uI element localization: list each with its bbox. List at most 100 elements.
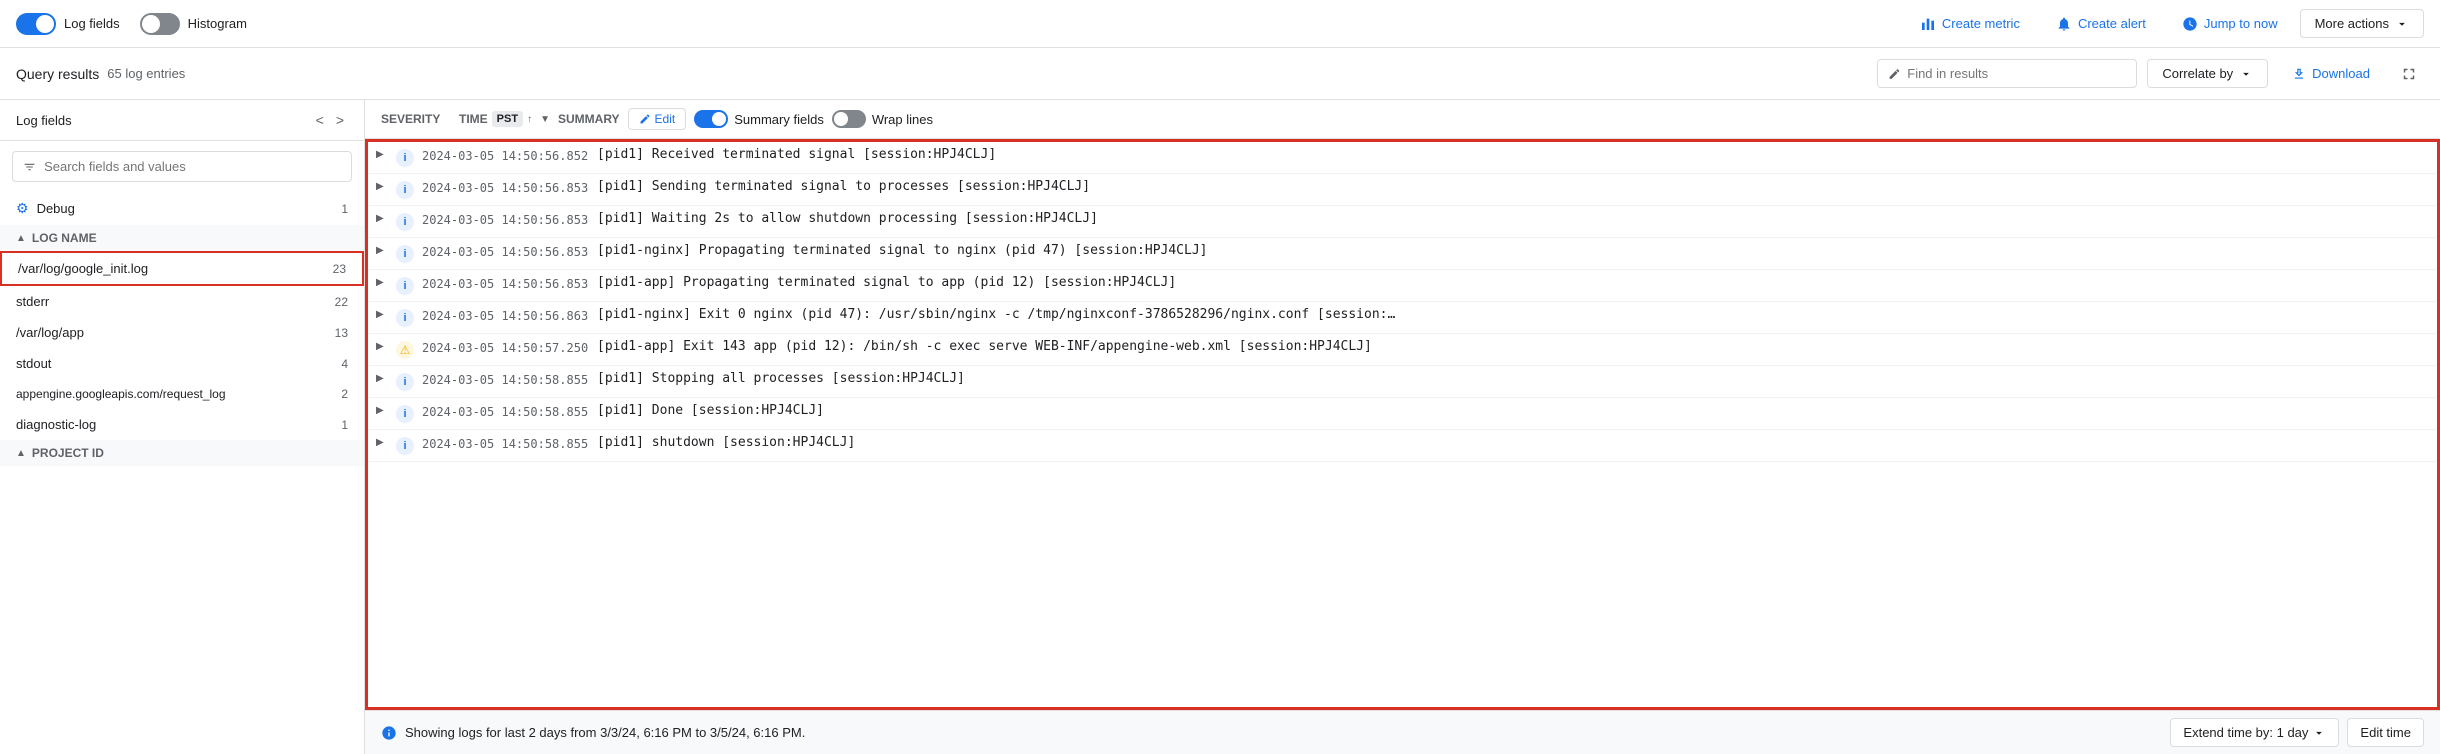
log-row[interactable]: ▶ ⚠ 2024-03-05 14:50:57.250 [pid1-app] E…	[368, 334, 2437, 366]
expand-icon[interactable]: ▶	[376, 147, 396, 160]
extend-time-button[interactable]: Extend time by: 1 day	[2170, 718, 2339, 747]
toggle-knob	[36, 15, 54, 33]
more-actions-button[interactable]: More actions	[2300, 9, 2424, 38]
field-count-stdout: 4	[341, 357, 348, 371]
expand-icon[interactable]: ▶	[376, 275, 396, 288]
severity-info-icon: i	[396, 371, 422, 391]
log-count: 65 log entries	[107, 66, 185, 81]
log-row[interactable]: ▶ i 2024-03-05 14:50:56.853 [pid1] Waiti…	[368, 206, 2437, 238]
filter-icon	[23, 160, 36, 174]
edit-time-label: Edit time	[2360, 725, 2411, 740]
extend-time-label: Extend time by: 1 day	[2183, 725, 2308, 740]
log-row[interactable]: ▶ i 2024-03-05 14:50:58.855 [pid1] shutd…	[368, 430, 2437, 462]
log-summary: [pid1] shutdown [session:HPJ4CLJ]	[597, 435, 2429, 450]
section-header-project-id[interactable]: ▲ PROJECT ID	[0, 440, 364, 466]
field-name-stdout: stdout	[16, 356, 51, 371]
field-item-diagnostic[interactable]: diagnostic-log 1	[0, 409, 364, 440]
edit-button[interactable]: Edit	[628, 108, 687, 130]
time-label: TIME	[459, 112, 488, 126]
time-dropdown-icon[interactable]: ▼	[540, 114, 550, 125]
summary-fields-toggle: Summary fields	[694, 110, 824, 128]
bottom-bar-left: Showing logs for last 2 days from 3/3/24…	[381, 725, 805, 741]
field-name-appengine: appengine.googleapis.com/request_log	[16, 387, 226, 401]
severity-info-icon: i	[396, 403, 422, 423]
severity-col-header: SEVERITY	[381, 112, 451, 126]
field-count-debug: 1	[341, 202, 348, 216]
chevron-up-icon: ▲	[16, 233, 26, 244]
field-count-google-init: 23	[333, 262, 346, 276]
find-results-container	[1877, 59, 2137, 88]
edit-time-button[interactable]: Edit time	[2347, 718, 2424, 747]
field-item-stdout[interactable]: stdout 4	[0, 348, 364, 379]
log-fields-toggle[interactable]	[16, 13, 56, 35]
log-time: 2024-03-05 14:50:56.853	[422, 243, 597, 259]
chevron-down-icon-project: ▲	[16, 448, 26, 459]
nav-left-button[interactable]: <	[312, 110, 328, 130]
section-header-log-name[interactable]: ▲ LOG NAME	[0, 225, 364, 251]
extend-chevron-icon	[2312, 726, 2326, 740]
severity-info-icon: i	[396, 179, 422, 199]
expand-icon[interactable]: ▶	[376, 307, 396, 320]
log-row[interactable]: ▶ i 2024-03-05 14:50:56.853 [pid1-nginx]…	[368, 238, 2437, 270]
log-row[interactable]: ▶ i 2024-03-05 14:50:58.855 [pid1] Done …	[368, 398, 2437, 430]
search-fields-input[interactable]	[44, 159, 341, 174]
correlate-by-label: Correlate by	[2162, 66, 2233, 81]
find-results-input[interactable]	[1907, 66, 2126, 81]
top-bar-right: Create metric Create alert Jump to now M…	[1906, 9, 2424, 38]
field-item-google-init[interactable]: /var/log/google_init.log 23	[0, 251, 364, 286]
severity-info-icon: i	[396, 147, 422, 167]
correlate-by-button[interactable]: Correlate by	[2147, 59, 2268, 88]
expand-icon[interactable]: ▶	[376, 403, 396, 416]
expand-icon[interactable]: ▶	[376, 179, 396, 192]
log-row[interactable]: ▶ i 2024-03-05 14:50:56.852 [pid1] Recei…	[368, 142, 2437, 174]
field-item-appengine[interactable]: appengine.googleapis.com/request_log 2	[0, 379, 364, 409]
create-metric-button[interactable]: Create metric	[1906, 10, 2034, 38]
clock-icon	[2182, 16, 2198, 32]
field-name-stderr: stderr	[16, 294, 49, 309]
gear-icon: ⚙	[16, 200, 29, 217]
download-icon	[2292, 67, 2306, 81]
field-name-diagnostic: diagnostic-log	[16, 417, 96, 432]
log-row[interactable]: ▶ i 2024-03-05 14:50:56.853 [pid1-app] P…	[368, 270, 2437, 302]
top-bar-left: Log fields Histogram	[16, 13, 247, 35]
log-time: 2024-03-05 14:50:56.852	[422, 147, 597, 163]
create-alert-label: Create alert	[2078, 16, 2146, 31]
create-alert-button[interactable]: Create alert	[2042, 10, 2160, 38]
log-summary: [pid1] Done [session:HPJ4CLJ]	[597, 403, 2429, 418]
field-item-debug[interactable]: ⚙ Debug 1	[0, 192, 364, 225]
toggle-knob-histogram	[142, 15, 160, 33]
toggle-small-knob	[712, 112, 726, 126]
log-summary: [pid1-app] Exit 143 app (pid 12): /bin/s…	[597, 339, 2429, 354]
expand-icon[interactable]: ▶	[376, 435, 396, 448]
expand-icon[interactable]: ▶	[376, 339, 396, 352]
nav-right-button[interactable]: >	[332, 110, 348, 130]
create-metric-label: Create metric	[1942, 16, 2020, 31]
download-button[interactable]: Download	[2278, 60, 2384, 87]
expand-icon[interactable]: ▶	[376, 211, 396, 224]
expand-icon[interactable]: ▶	[376, 243, 396, 256]
jump-to-now-button[interactable]: Jump to now	[2168, 10, 2292, 38]
expand-icon[interactable]: ▶	[376, 371, 396, 384]
download-label: Download	[2312, 66, 2370, 81]
log-row[interactable]: ▶ i 2024-03-05 14:50:56.863 [pid1-nginx]…	[368, 302, 2437, 334]
severity-info-icon: i	[396, 307, 422, 327]
fullscreen-button[interactable]	[2394, 59, 2424, 89]
log-row[interactable]: ▶ i 2024-03-05 14:50:58.855 [pid1] Stopp…	[368, 366, 2437, 398]
section-title-project-id: PROJECT ID	[32, 446, 104, 460]
field-count-diagnostic: 1	[341, 418, 348, 432]
fullscreen-icon	[2400, 65, 2418, 83]
field-item-var-log-app[interactable]: /var/log/app 13	[0, 317, 364, 348]
log-row[interactable]: ▶ i 2024-03-05 14:50:56.853 [pid1] Sendi…	[368, 174, 2437, 206]
wrap-lines-group: Wrap lines	[832, 110, 933, 128]
field-item-stderr[interactable]: stderr 22	[0, 286, 364, 317]
table-header: SEVERITY TIME PST ↑ ▼ SUMMARY Edit Summa…	[365, 100, 2440, 139]
histogram-toggle-group: Histogram	[140, 13, 247, 35]
field-count-var-log-app: 13	[335, 326, 348, 340]
log-time: 2024-03-05 14:50:58.855	[422, 403, 597, 419]
summary-fields-toggle-switch[interactable]	[694, 110, 728, 128]
histogram-toggle[interactable]	[140, 13, 180, 35]
log-summary: [pid1] Sending terminated signal to proc…	[597, 179, 2429, 194]
log-time: 2024-03-05 14:50:56.853	[422, 211, 597, 227]
log-time: 2024-03-05 14:50:56.863	[422, 307, 597, 323]
wrap-lines-toggle[interactable]	[832, 110, 866, 128]
